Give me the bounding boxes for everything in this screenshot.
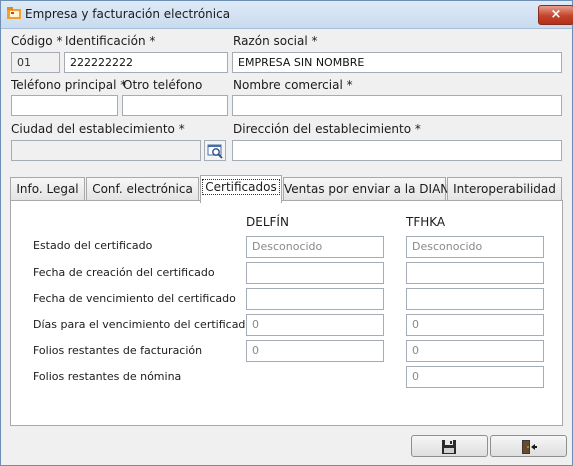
- fecha-creacion-tfhka-field[interactable]: [406, 262, 544, 284]
- folios-facturacion-label: Folios restantes de facturación: [33, 344, 203, 357]
- tab-ventas-dian[interactable]: Ventas por enviar a la DIAN: [283, 177, 450, 201]
- razon-social-field[interactable]: EMPRESA SIN NOMBRE: [232, 52, 562, 73]
- folios-nomina-tfhka-field[interactable]: 0: [406, 366, 544, 388]
- folder-app-icon: [7, 7, 21, 19]
- dias-vencimiento-label: Días para el vencimiento del certificado: [33, 318, 253, 331]
- estado-label: Estado del certificado: [33, 239, 153, 252]
- close-button[interactable]: ×: [538, 5, 573, 25]
- search-city-icon[interactable]: [204, 140, 226, 161]
- identificacion-label: Identificación *: [65, 34, 156, 48]
- fecha-vencimiento-tfhka-field[interactable]: [406, 288, 544, 310]
- estado-delfin-field[interactable]: Desconocido: [246, 236, 384, 258]
- tab-interoperabilidad[interactable]: Interoperabilidad: [447, 177, 562, 201]
- nombre-comercial-label: Nombre comercial *: [233, 78, 353, 92]
- col-tfhka: TFHKA: [406, 215, 446, 229]
- folios-nomina-label: Folios restantes de nómina: [33, 370, 182, 383]
- codigo-field[interactable]: 01: [11, 52, 60, 73]
- telefono-principal-field[interactable]: [11, 95, 118, 116]
- direccion-field[interactable]: [232, 140, 562, 161]
- fecha-creacion-label: Fecha de creación del certificado: [33, 266, 215, 279]
- razon-social-label: Razón social *: [233, 34, 318, 48]
- telefono-principal-label: Teléfono principal *: [11, 78, 127, 92]
- otro-telefono-field[interactable]: [122, 95, 228, 116]
- dias-vencimiento-tfhka-field[interactable]: 0: [406, 314, 544, 336]
- dias-vencimiento-delfin-field[interactable]: 0: [246, 314, 384, 336]
- door-exit-icon: [522, 440, 537, 454]
- ciudad-field[interactable]: [11, 140, 201, 161]
- otro-telefono-label: Otro teléfono: [123, 78, 203, 92]
- tab-info-legal[interactable]: Info. Legal: [10, 177, 85, 201]
- folios-facturacion-tfhka-field[interactable]: 0: [406, 340, 544, 362]
- certificados-panel: DELFÍN TFHKA Estado del certificado Desc…: [10, 200, 563, 426]
- tab-info-legal-label: Info. Legal: [16, 182, 79, 196]
- ciudad-label: Ciudad del establecimiento *: [11, 122, 185, 136]
- window-title: Empresa y facturación electrónica: [25, 7, 231, 21]
- estado-tfhka-field[interactable]: Desconocido: [406, 236, 544, 258]
- title-bar: Empresa y facturación electrónica ×: [1, 1, 573, 29]
- tab-conf-electronica-label: Conf. electrónica: [92, 182, 193, 196]
- identificacion-field[interactable]: 222222222: [64, 52, 228, 73]
- floppy-disk-icon: [442, 440, 456, 454]
- tab-certificados-label: Certificados: [202, 179, 280, 195]
- tab-interoperabilidad-label: Interoperabilidad: [453, 182, 556, 196]
- codigo-label: Código *: [11, 34, 63, 48]
- fecha-creacion-delfin-field[interactable]: [246, 262, 384, 284]
- tab-ventas-dian-label: Ventas por enviar a la DIAN: [284, 182, 450, 196]
- col-delfin: DELFÍN: [246, 215, 289, 229]
- tab-certificados[interactable]: Certificados: [200, 175, 282, 203]
- save-button[interactable]: [411, 435, 488, 457]
- nombre-comercial-field[interactable]: [232, 95, 562, 116]
- close-icon: ×: [550, 7, 562, 22]
- folios-facturacion-delfin-field[interactable]: 0: [246, 340, 384, 362]
- tab-conf-electronica[interactable]: Conf. electrónica: [86, 177, 199, 201]
- direccion-label: Dirección del establecimiento *: [233, 122, 421, 136]
- fecha-vencimiento-label: Fecha de vencimiento del certificado: [33, 292, 236, 305]
- dialog-window: Empresa y facturación electrónica × Códi…: [0, 0, 573, 466]
- fecha-vencimiento-delfin-field[interactable]: [246, 288, 384, 310]
- tab-strip: Info. Legal Conf. electrónica Certificad…: [10, 175, 563, 203]
- exit-button[interactable]: [490, 435, 567, 457]
